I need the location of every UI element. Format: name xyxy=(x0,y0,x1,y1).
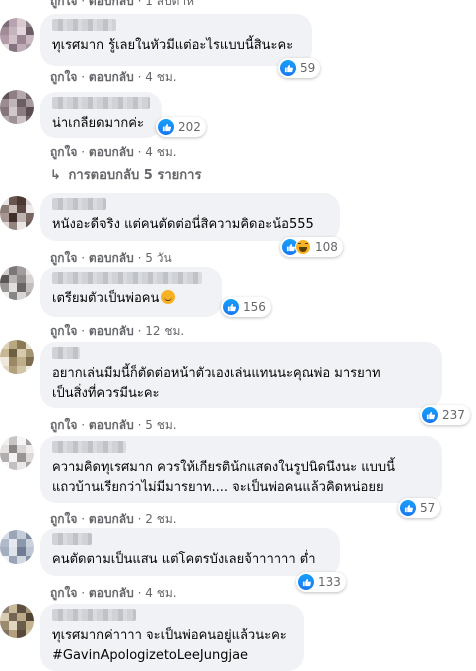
comment-text-line: ความคิดทุเรศมาก ควรให้เกียรติน้กแสดงในรู… xyxy=(52,460,396,475)
reply-link[interactable]: ตอบกลับ xyxy=(89,145,134,159)
comment-text: น่าเกลียดมากค่ะ xyxy=(52,116,144,131)
like-thumb-icon xyxy=(400,500,416,516)
commenter-name-blurred[interactable] xyxy=(52,198,106,210)
like-link[interactable]: ถูกใจ xyxy=(50,418,77,432)
comment-time[interactable]: 4 ชม. xyxy=(145,70,176,84)
view-replies-link[interactable]: ↳ การตอบกลับ 5 รายการ xyxy=(50,164,201,185)
like-link[interactable]: ถูกใจ xyxy=(50,586,77,600)
reaction-count[interactable]: 133 xyxy=(296,572,346,592)
comment-text-line: เป็นสิ่งที่ควรมีนะคะ xyxy=(52,386,160,401)
like-link[interactable]: ถูกใจ xyxy=(50,512,77,526)
comment-meta: ถูกใจ · ตอบกลับ · 5 วัน xyxy=(50,251,172,265)
avatar[interactable] xyxy=(0,530,34,564)
reply-link[interactable]: ตอบกลับ xyxy=(89,418,134,432)
avatar[interactable] xyxy=(0,90,34,124)
avatar[interactable] xyxy=(0,196,34,230)
reply-link[interactable]: ตอบกลับ xyxy=(89,70,134,84)
like-link[interactable]: ถูกใจ xyxy=(50,251,77,265)
comment-bubble: อยากเล่นมีมนี้ก็ตัดต่อหน้าตัวเองเล่นแทนน… xyxy=(40,342,442,408)
commenter-name-blurred[interactable] xyxy=(52,441,126,453)
comment-bubble: ทุเรศมากค่าาาา จะเป็นพ่อคนอยู่แล้วนะคะ #… xyxy=(40,604,304,671)
like-thumb-icon xyxy=(422,407,438,423)
comment-bubble: คนตัดตามเป็นแสน แต่โคตรบังเลยจ้าาาาาา ต่… xyxy=(40,528,340,576)
comment-text: หนังอะดีจริง แต่คนตัดต่อนี่สิความคิดอะน้… xyxy=(52,217,314,232)
commenter-name-blurred[interactable] xyxy=(52,97,150,109)
avatar[interactable] xyxy=(0,604,34,638)
comment-text-line: แถวบ้านเรียกว่าไม่มีมารยาท.... จะเป็นพ่อ… xyxy=(52,480,384,495)
commenter-name-blurred[interactable] xyxy=(52,272,202,284)
reaction-count[interactable]: 156 xyxy=(221,297,271,317)
comment-text: เตรียมตัวเป็นพ่อคน xyxy=(52,289,210,309)
like-thumb-icon xyxy=(158,119,174,135)
comment-text: คนตัดตามเป็นแสน แต่โคตรบังเลยจ้าาาาาา ต่… xyxy=(52,552,316,567)
comment-time[interactable]: 1 สัปดาห์ xyxy=(145,0,194,8)
haha-face-icon xyxy=(295,239,311,255)
avatar[interactable] xyxy=(0,340,34,374)
reply-link[interactable]: ตอบกลับ xyxy=(89,512,134,526)
reaction-count[interactable]: 108 xyxy=(280,237,343,257)
reaction-count[interactable]: 202 xyxy=(156,117,206,137)
comment-time[interactable]: 4 ชม. xyxy=(145,145,176,159)
comment-meta: ถูกใจ · ตอบกลับ · 4 ชม. xyxy=(50,145,177,159)
commenter-name-blurred[interactable] xyxy=(52,609,136,621)
comment-meta: ถูกใจ · ตอบกลับ · 5 ชม. xyxy=(50,418,177,432)
reaction-count[interactable]: 237 xyxy=(420,405,470,425)
comment-time[interactable]: 12 ชม. xyxy=(145,324,184,338)
comment-bubble: ทุเรศมาก รู้เลยในหัวมีแต่อะไรแบบนี้สินะค… xyxy=(40,14,312,66)
comment-time[interactable]: 5 ชม. xyxy=(145,418,176,432)
comment-bubble: น่าเกลียดมากค่ะ xyxy=(40,92,162,138)
comment-meta: ถูกใจ · ตอบกลับ · 4 ชม. xyxy=(50,586,177,600)
comment-text: ทุเรศมาก รู้เลยในหัวมีแต่อะไรแบบนี้สินะค… xyxy=(52,38,294,53)
comment-text-line: อยากเล่นมีมนี้ก็ตัดต่อหน้าตัวเองเล่นแทนน… xyxy=(52,366,381,381)
comment-bubble: หนังอะดีจริง แต่คนตัดต่อนี่สิความคิดอะน้… xyxy=(40,193,340,241)
comment-bubble: ความคิดทุเรศมาก ควรให้เกียรติน้กแสดงในรู… xyxy=(40,436,442,503)
comment-meta: ถูกใจ · ตอบกลับ · 2 ชม. xyxy=(50,512,177,526)
reply-link[interactable]: ตอบกลับ xyxy=(89,251,134,265)
comment-text-line: ทุเรศมากค่าาาา จะเป็นพ่อคนอยู่แล้วนะคะ xyxy=(52,628,287,643)
comment-meta: ถูกใจ · ตอบกลับ · 12 ชม. xyxy=(50,324,185,338)
avatar[interactable] xyxy=(0,266,34,300)
avatar[interactable] xyxy=(0,436,34,470)
reaction-count[interactable]: 59 xyxy=(278,58,321,78)
reply-link[interactable]: ตอบกลับ xyxy=(89,0,134,8)
like-link[interactable]: ถูกใจ xyxy=(50,324,77,338)
comment-bubble: เตรียมตัวเป็นพ่อคน xyxy=(40,267,222,317)
avatar[interactable] xyxy=(0,18,34,52)
reply-link[interactable]: ตอบกลับ xyxy=(89,586,134,600)
like-link[interactable]: ถูกใจ xyxy=(50,70,77,84)
comment-time[interactable]: 4 ชม. xyxy=(145,586,176,600)
reaction-count[interactable]: 57 xyxy=(398,498,441,518)
commenter-name-blurred[interactable] xyxy=(52,347,80,359)
like-thumb-icon xyxy=(223,299,239,315)
smiling-face-emoji xyxy=(161,290,176,304)
hashtag-link[interactable]: #GavinApologizetoLeeJungjae xyxy=(52,646,292,666)
like-link[interactable]: ถูกใจ xyxy=(50,145,77,159)
reply-link[interactable]: ตอบกลับ xyxy=(89,324,134,338)
reply-arrow-icon: ↳ xyxy=(50,168,61,183)
commenter-name-blurred[interactable] xyxy=(52,533,92,545)
like-link[interactable]: ถูกใจ xyxy=(50,0,77,8)
comment-time[interactable]: 5 วัน xyxy=(145,251,171,265)
comment-meta: ถูกใจ · ตอบกลับ · 1 สัปดาห์ xyxy=(50,0,194,11)
like-thumb-icon xyxy=(298,574,314,590)
commenter-name-blurred[interactable] xyxy=(52,19,116,31)
comment-time[interactable]: 2 ชม. xyxy=(145,512,176,526)
comment-meta: ถูกใจ · ตอบกลับ · 4 ชม. xyxy=(50,70,177,84)
like-thumb-icon xyxy=(280,60,296,76)
